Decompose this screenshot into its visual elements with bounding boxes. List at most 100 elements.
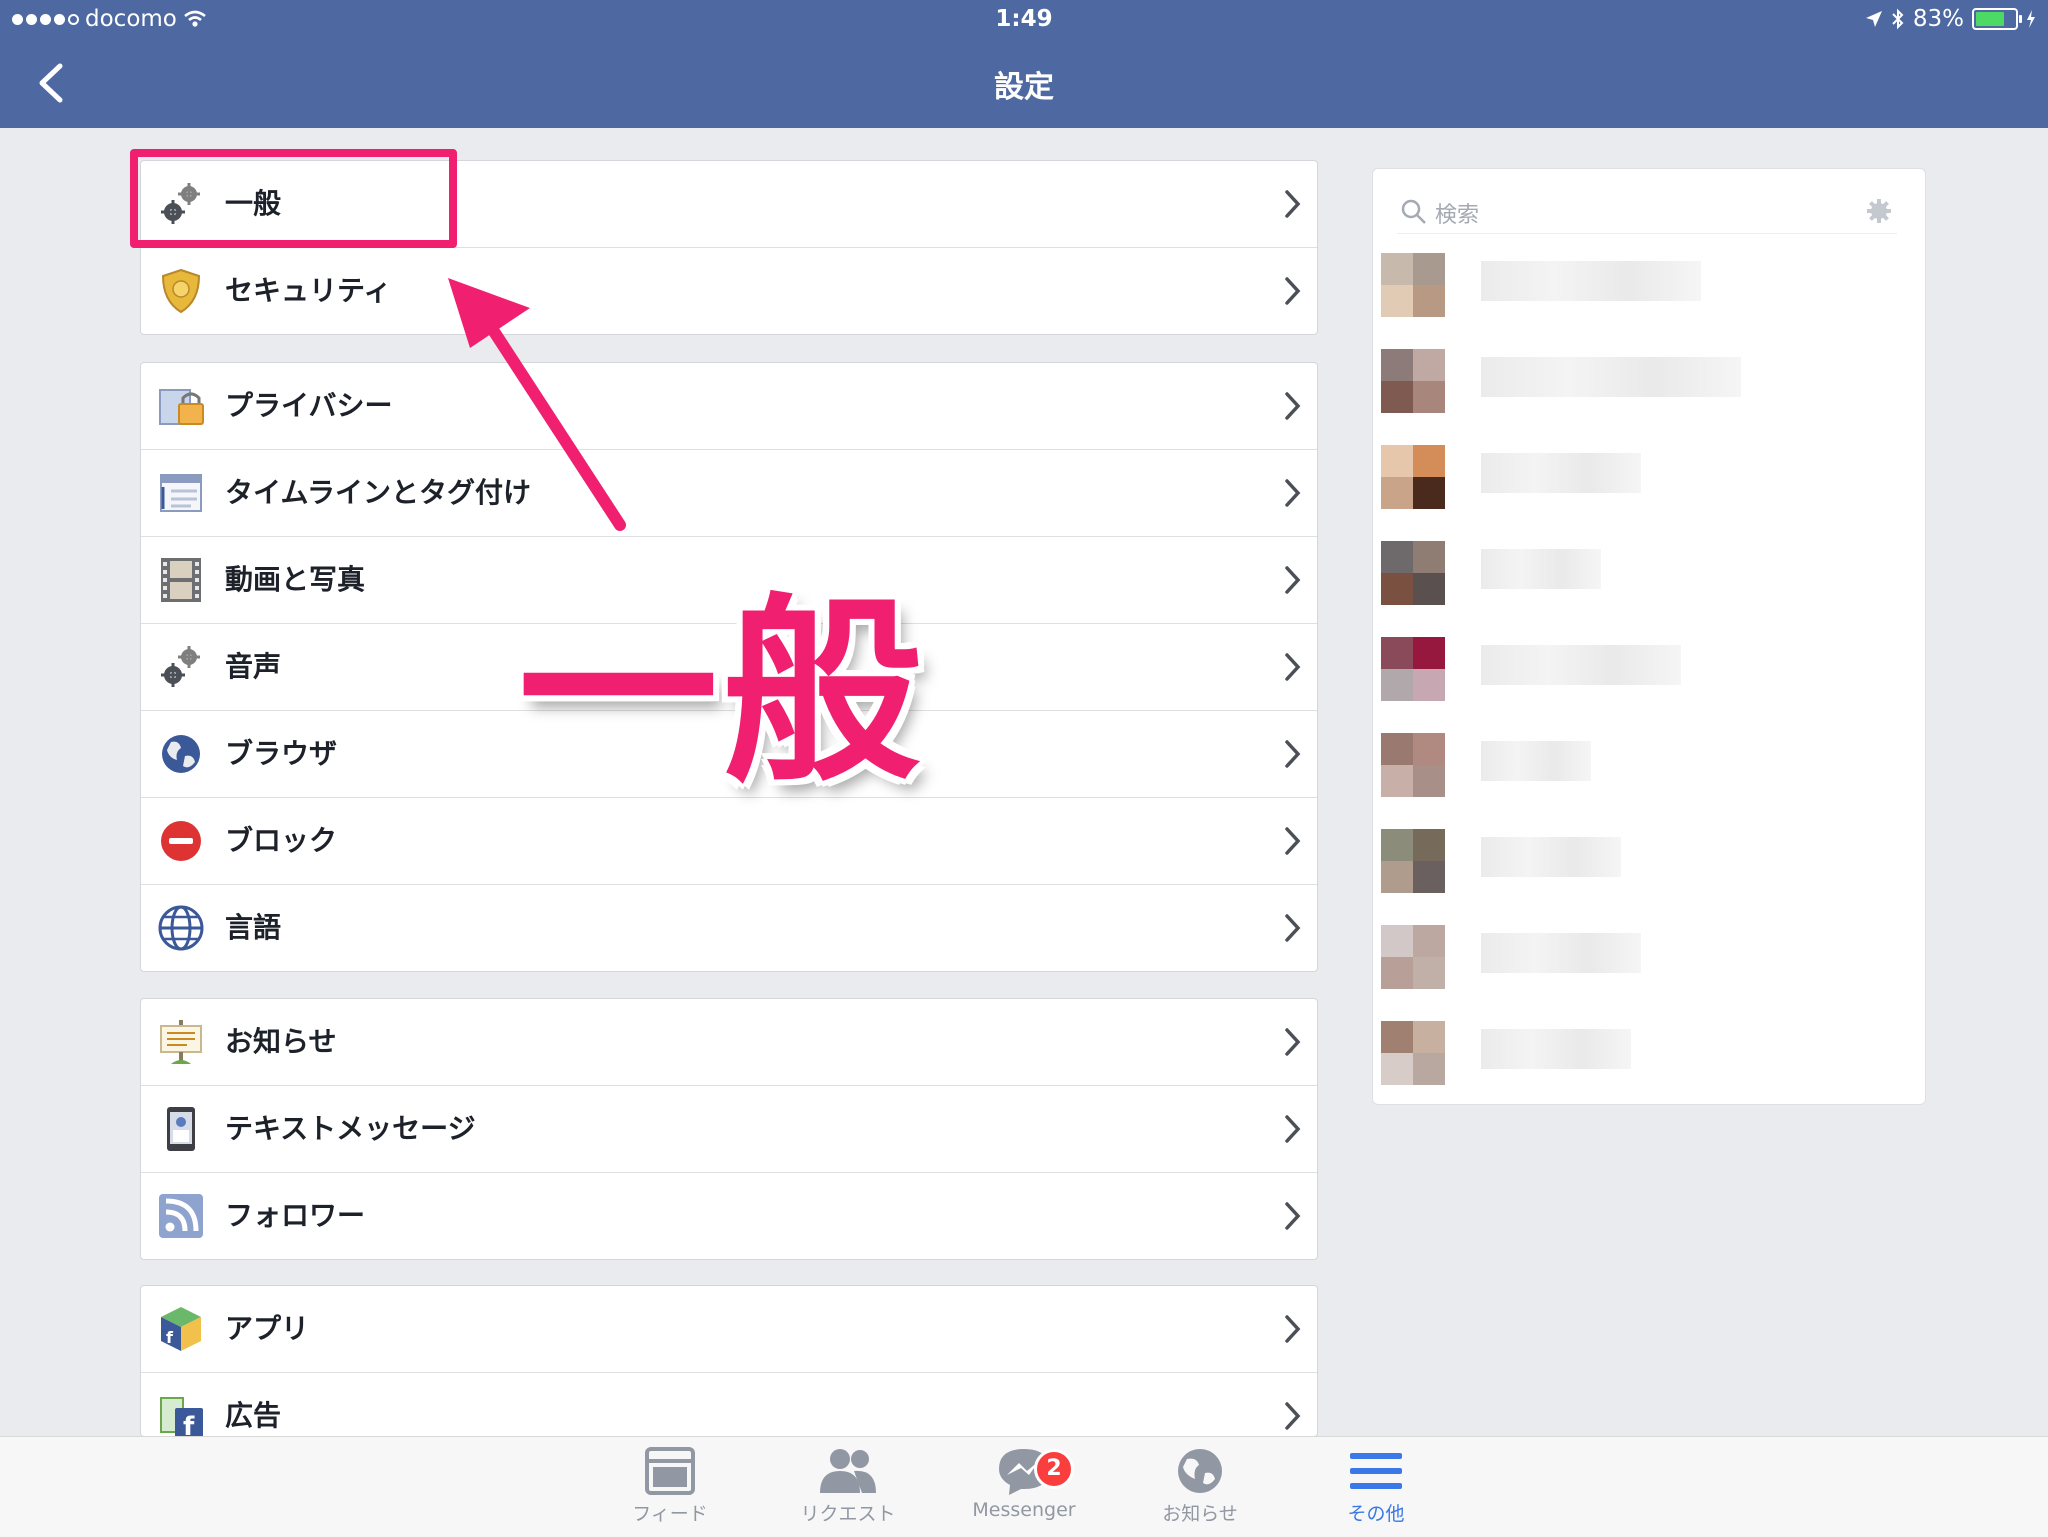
friend-name-blurred	[1481, 261, 1701, 301]
avatar	[1381, 1021, 1445, 1085]
settings-row-label: 言語	[225, 911, 282, 944]
chevron-right-icon	[1285, 479, 1301, 507]
friend-item-blurred	[1381, 445, 1711, 509]
phone-icon	[167, 1107, 195, 1151]
avatar	[1381, 637, 1445, 701]
chevron-right-icon	[1285, 914, 1301, 942]
rss-icon	[159, 1194, 203, 1238]
chevron-right-icon	[1285, 1202, 1301, 1230]
chevron-right-icon	[1285, 1028, 1301, 1056]
block-icon	[161, 821, 201, 861]
avatar	[1381, 733, 1445, 797]
avatar	[1381, 253, 1445, 317]
settings-row-language[interactable]: 言語	[141, 885, 1317, 971]
ad-icon: f	[160, 1397, 203, 1437]
settings-row-timeline-tagging[interactable]: タイムラインとタグ付け	[141, 450, 1317, 537]
svg-text:f: f	[183, 1412, 195, 1437]
friend-name-blurred	[1481, 933, 1641, 973]
settings-row-label: お知らせ	[225, 1025, 337, 1058]
chevron-right-icon	[1285, 827, 1301, 855]
tab-label: フィード	[632, 1503, 708, 1525]
settings-row-label: ブロック	[225, 824, 338, 857]
settings-row-text-messages[interactable]: テキストメッセージ	[141, 1086, 1317, 1173]
avatar	[1381, 445, 1445, 509]
globe-notifications-icon	[1178, 1449, 1222, 1493]
friend-requests-icon	[820, 1449, 876, 1493]
friend-name-blurred	[1481, 1029, 1631, 1069]
friends-search[interactable]: 検索	[1397, 189, 1897, 234]
avatar	[1381, 829, 1445, 893]
settings-row-security[interactable]: セキュリティ	[141, 248, 1317, 334]
privacy-lock-icon	[159, 389, 204, 425]
language-globe-icon	[158, 905, 204, 951]
settings-row-label: テキストメッセージ	[225, 1112, 476, 1145]
charging-icon	[2027, 10, 2035, 28]
timeline-icon	[160, 474, 202, 512]
settings-group-apps: f アプリ f 広告	[140, 1285, 1318, 1437]
friends-sidebar: 検索	[1372, 168, 1926, 1105]
tab-messenger[interactable]: 2 Messenger	[954, 1447, 1094, 1521]
settings-row-label: プライバシー	[225, 389, 393, 422]
avatar	[1381, 925, 1445, 989]
battery-percent: 83%	[1912, 6, 1964, 32]
tab-bar: フィード リクエスト 2 Messenger お知らせ その他	[0, 1436, 2048, 1537]
chevron-right-icon	[1285, 190, 1301, 218]
gear-icon[interactable]	[1865, 197, 1893, 225]
friend-name-blurred	[1481, 453, 1641, 493]
settings-row-label: 広告	[225, 1399, 282, 1432]
settings-group-notifications: お知らせ テキストメッセージ フォロワー	[140, 998, 1318, 1260]
status-time: 1:49	[995, 6, 1053, 32]
shield-badge-icon	[161, 268, 201, 314]
friend-name-blurred	[1481, 645, 1681, 685]
tab-label: Messenger	[972, 1499, 1076, 1521]
settings-row-label: ブラウザ	[225, 737, 338, 770]
chevron-right-icon	[1285, 566, 1301, 594]
friend-item-blurred	[1381, 541, 1711, 605]
settings-row-label: フォロワー	[225, 1199, 366, 1232]
chevron-right-icon	[1285, 1402, 1301, 1430]
friend-item-blurred	[1381, 253, 1711, 317]
bluetooth-icon	[1892, 8, 1904, 30]
status-bar: docomo 1:49 83%	[0, 0, 2048, 42]
settings-row-privacy[interactable]: プライバシー	[141, 363, 1317, 450]
annotation-label: 一般	[518, 577, 927, 810]
tab-notifications[interactable]: お知らせ	[1130, 1447, 1270, 1526]
friend-item-blurred	[1381, 829, 1711, 893]
tab-more[interactable]: その他	[1306, 1447, 1446, 1526]
settings-row-apps[interactable]: f アプリ	[141, 1286, 1317, 1373]
chevron-right-icon	[1285, 392, 1301, 420]
friend-item-blurred	[1381, 637, 1711, 701]
settings-row-ads[interactable]: f 広告	[141, 1373, 1317, 1437]
app-cube-icon: f	[161, 1307, 201, 1351]
friend-item-blurred	[1381, 349, 1741, 413]
annotation-arrow-icon	[448, 278, 626, 531]
settings-row-followers[interactable]: フォロワー	[141, 1173, 1317, 1259]
search-placeholder: 検索	[1435, 203, 1480, 228]
film-icon	[161, 558, 201, 602]
tab-label: リクエスト	[800, 1503, 896, 1525]
page-title: 設定	[994, 70, 1054, 105]
notice-board-icon	[160, 1020, 202, 1064]
battery-icon	[1972, 8, 2022, 30]
settings-row-label: 音声	[225, 650, 282, 683]
friend-item-blurred	[1381, 1021, 1711, 1085]
chevron-right-icon	[1285, 740, 1301, 768]
location-arrow-icon	[1865, 11, 1882, 27]
friend-name-blurred	[1481, 837, 1621, 877]
chevron-right-icon	[1285, 1115, 1301, 1143]
status-right: 83%	[1865, 6, 2036, 32]
gears-icon	[161, 646, 200, 687]
tab-feed[interactable]: フィード	[600, 1447, 740, 1526]
avatar	[1381, 349, 1445, 413]
settings-row-notifications[interactable]: お知らせ	[141, 999, 1317, 1086]
tab-requests[interactable]: リクエスト	[778, 1447, 918, 1526]
highlight-box	[130, 149, 457, 248]
chevron-right-icon	[1285, 277, 1301, 305]
friend-name-blurred	[1481, 549, 1601, 589]
menu-icon	[1350, 1453, 1402, 1489]
avatar	[1381, 541, 1445, 605]
settings-row-label: セキュリティ	[225, 274, 392, 307]
friend-name-blurred	[1481, 357, 1741, 397]
tab-label: お知らせ	[1162, 1503, 1238, 1525]
feed-icon	[645, 1447, 695, 1495]
